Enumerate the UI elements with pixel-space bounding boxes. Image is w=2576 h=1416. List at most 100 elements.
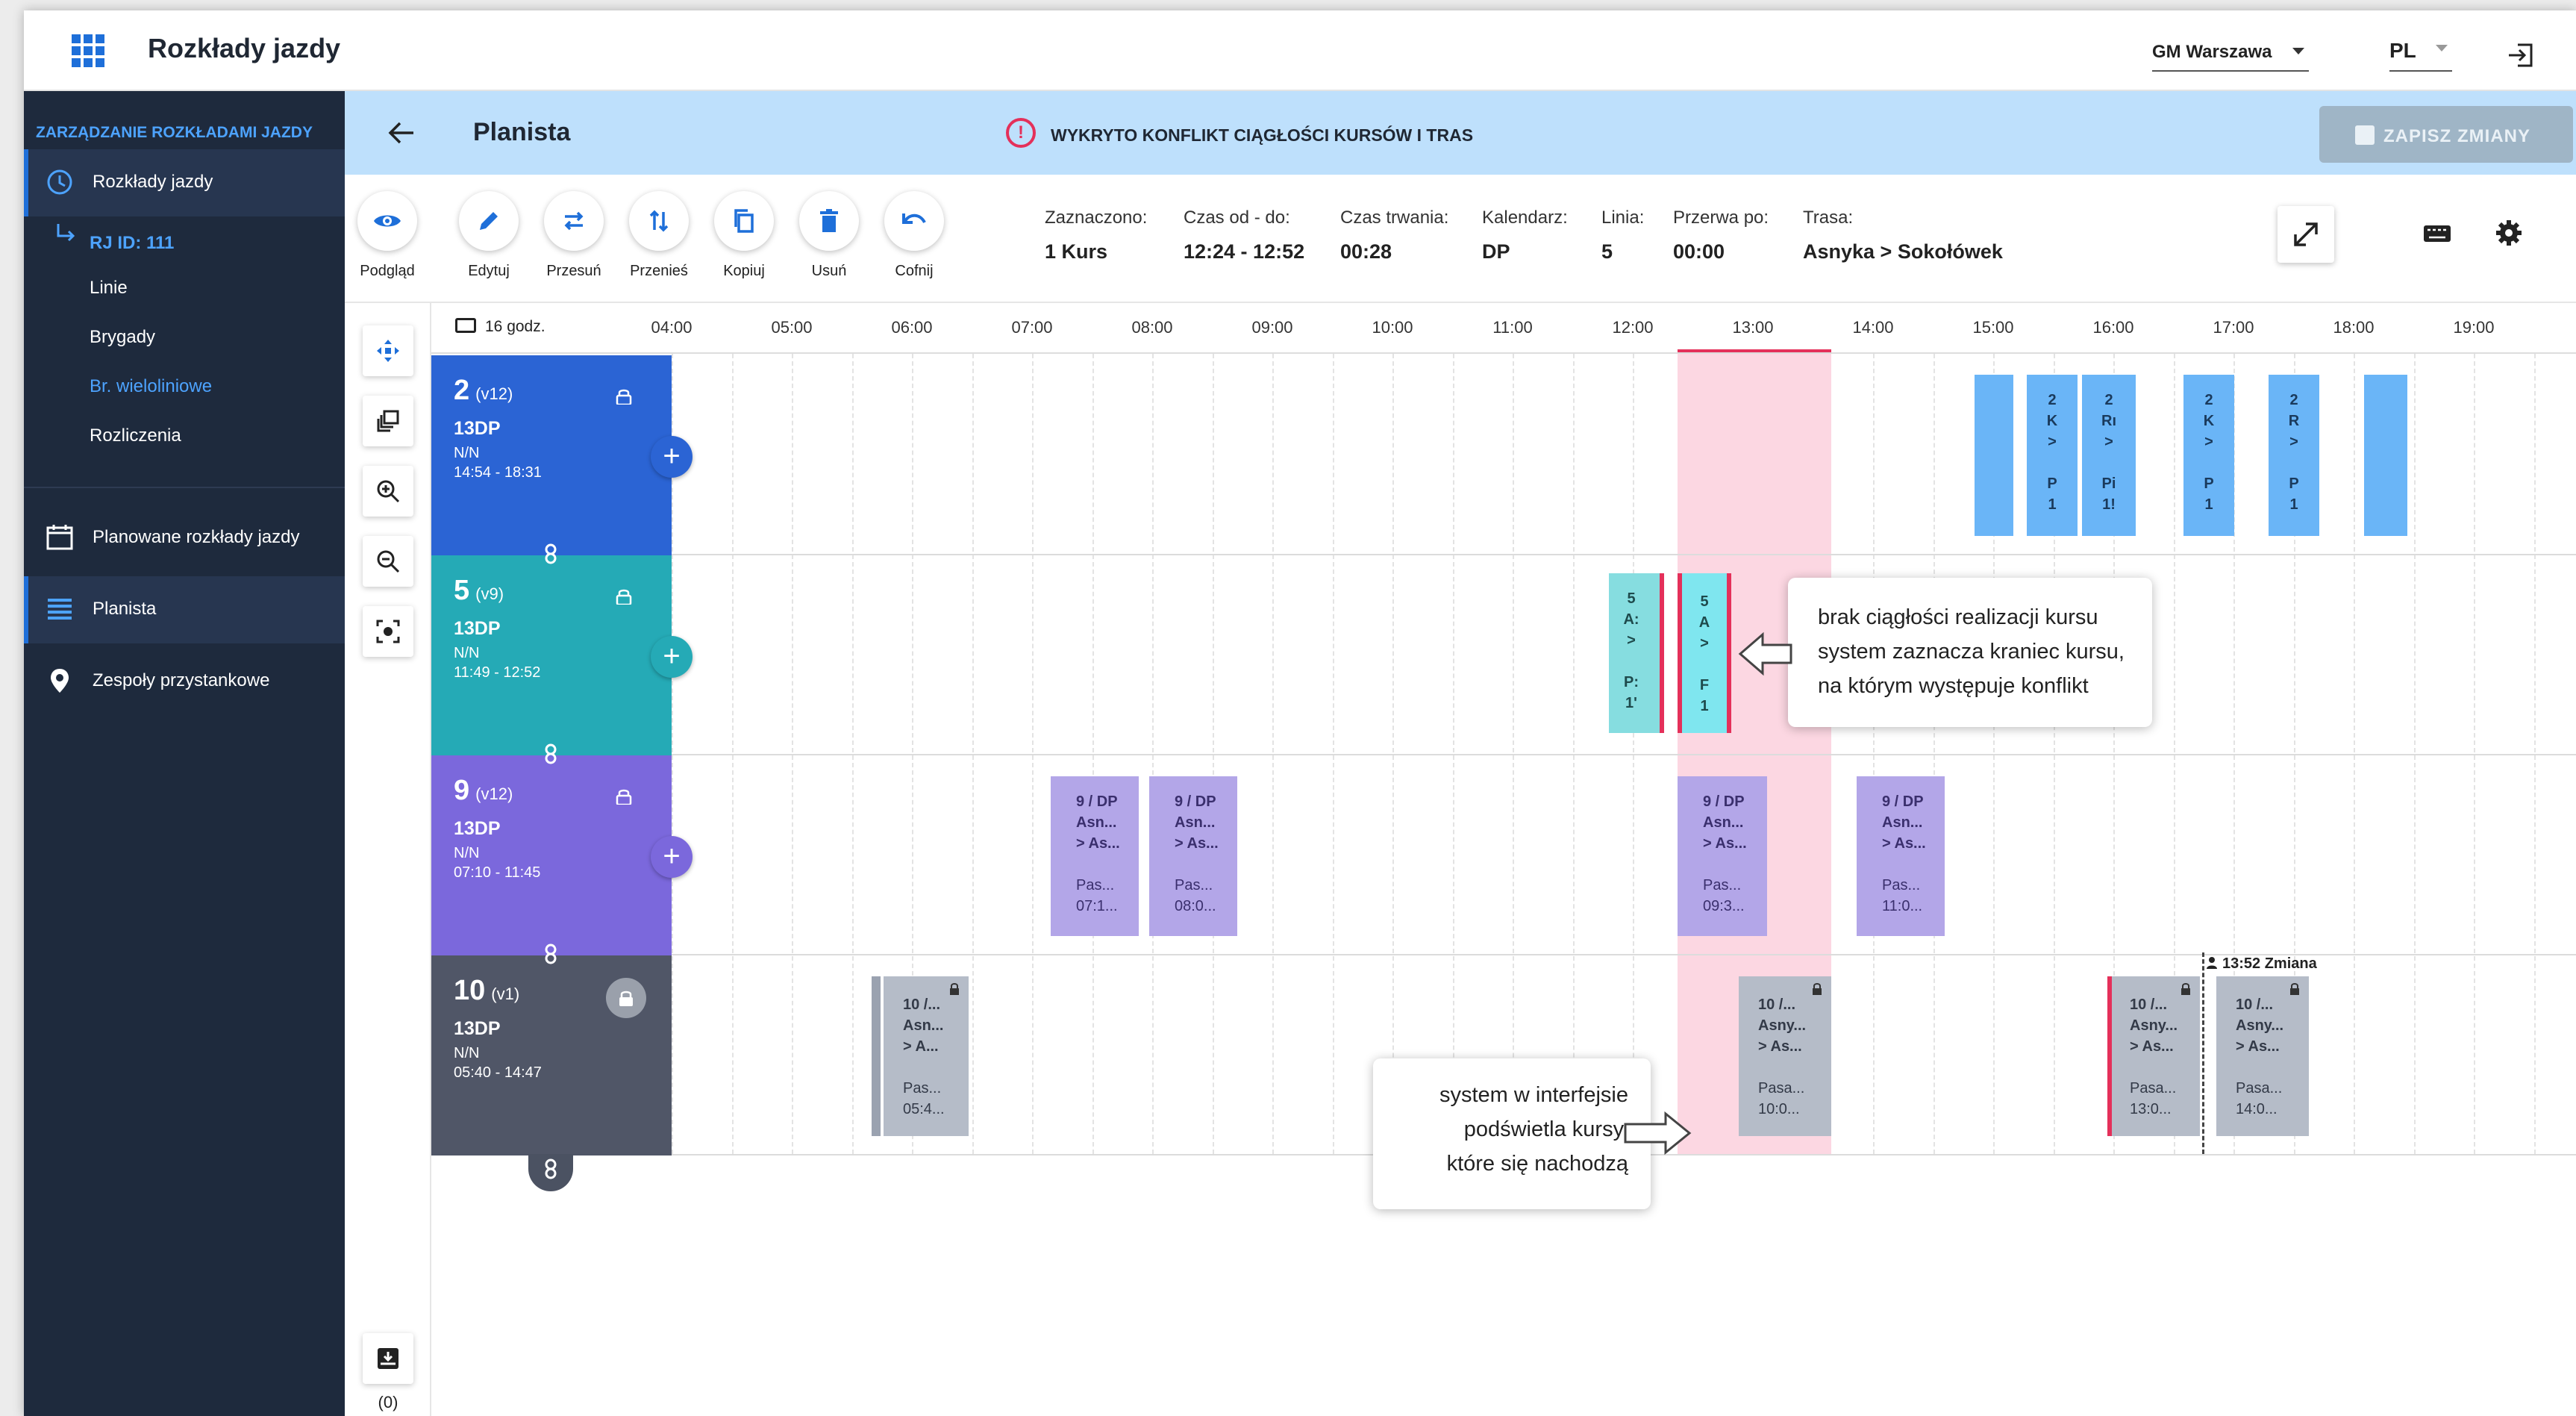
tray-icon	[378, 1348, 398, 1369]
undo-button[interactable]: Cofnij	[881, 191, 948, 296]
vehicle-block[interactable]: 5 (v9) 13DP N/N 11:49 - 12:52	[431, 555, 672, 755]
zoom-in-button[interactable]	[363, 466, 413, 517]
layers-button[interactable]	[363, 396, 413, 446]
page-header: Planista ! WYKRYTO KONFLIKT CIĄGŁOŚCI KU…	[345, 91, 2576, 175]
trip-text: > As...	[1882, 835, 1926, 852]
trip-text: 10 /...	[1758, 996, 1796, 1013]
sidebar-subitem-linie[interactable]: Linie	[90, 278, 128, 299]
trip-block[interactable]	[2364, 375, 2407, 536]
trip-text: A:	[1623, 611, 1639, 628]
trip-block[interactable]: 2 K > P 1	[2027, 375, 2078, 536]
trip-text: Rı	[2101, 413, 2116, 429]
selection-bucket-button[interactable]	[363, 1333, 413, 1384]
time-tick-label: 05:00	[771, 318, 813, 337]
sidebar-item-planowane[interactable]: Planowane rozkłady jazdy	[24, 505, 345, 572]
info-selected: Zaznaczono: 1 Kurs	[1045, 208, 1147, 263]
logout-icon[interactable]	[2506, 40, 2536, 70]
zoom-out-button[interactable]	[363, 536, 413, 587]
trip-block[interactable]: 2 R > P 1	[2269, 375, 2319, 536]
trip-block[interactable]: 9 / DP Asn... > As... Pas... 07:1...	[1051, 776, 1139, 936]
add-trip-button[interactable]: +	[651, 836, 693, 878]
link-icon[interactable]	[543, 543, 558, 564]
trip-block[interactable]: 9 / DP Asn... > As... Pas... 11:0...	[1857, 776, 1945, 936]
trip-text: 9 / DP	[1703, 793, 1745, 810]
lock-icon[interactable]	[615, 588, 633, 605]
link-icon[interactable]	[543, 944, 558, 964]
apps-grid-icon[interactable]	[72, 34, 104, 67]
sidebar-item-planista[interactable]: Planista	[24, 576, 345, 643]
info-calendar: Kalendarz: DP	[1482, 208, 1568, 263]
trip-text: Pi	[2101, 475, 2116, 492]
trip-block[interactable]: 10 /... Asny... > As... Pasa... 10:0...	[1739, 976, 1831, 1136]
hours-icon	[455, 318, 476, 333]
trip-text: K	[2046, 413, 2058, 429]
sidebar-item-zespoly[interactable]: Zespoły przystankowe	[24, 648, 345, 715]
shift-button[interactable]: Przesuń	[540, 191, 607, 296]
expand-button[interactable]	[2278, 206, 2334, 263]
lock-icon[interactable]	[615, 388, 633, 405]
vehicle-block[interactable]: 9 (v12) 13DP N/N 07:10 - 11:45	[431, 755, 672, 955]
trip-text: 1!	[2102, 496, 2116, 513]
trip-block[interactable]	[1975, 375, 2013, 536]
chevron-down-icon	[2292, 48, 2304, 54]
time-axis: 16 godz. 04:00 05:00 06:00 07:00 08:00 09:00 1…	[431, 303, 2576, 354]
trip-block-selected[interactable]: 5 A > F 1	[1678, 573, 1731, 733]
sidebar-item-rozklady-jazdy[interactable]: Rozkłady jazdy	[24, 149, 345, 216]
trip-text: >	[2289, 434, 2298, 450]
pan-button[interactable]	[363, 325, 413, 376]
trip-block[interactable]: 10 /... Asn... > A... Pas... 05:4...	[884, 976, 969, 1136]
vehicle-block[interactable]: 10 (v1) 13DP N/N 05:40 - 14:47	[431, 955, 672, 1155]
trip-block[interactable]: 9 / DP Asn... > As... Pas... 08:0...	[1149, 776, 1237, 936]
back-arrow-icon[interactable]	[387, 119, 416, 146]
trip-text: > A...	[903, 1038, 939, 1055]
language-select[interactable]: PL	[2389, 39, 2452, 72]
trip-block[interactable]: 2 Rı > Pi 1!	[2082, 375, 2136, 536]
callout-line: system w interfejsie	[1439, 1083, 1628, 1107]
timetable-id[interactable]: RJ ID: 111	[90, 233, 174, 254]
copy-button[interactable]: Kopiuj	[710, 191, 778, 296]
trip-text: R	[2288, 413, 2300, 429]
sidebar-divider	[24, 487, 345, 488]
sidebar-subitem-rozliczenia[interactable]: Rozliczenia	[90, 425, 181, 446]
preview-button[interactable]: Podgląd	[354, 191, 421, 296]
delete-button[interactable]: Usuń	[795, 191, 863, 296]
trip-block[interactable]: 9 / DP Asn... > As... Pas... 09:3...	[1678, 776, 1767, 936]
button-label: Podgląd	[360, 263, 415, 279]
trip-text: 11:0...	[1882, 898, 1923, 914]
trip-text: 1	[1700, 698, 1709, 714]
link-button[interactable]	[528, 1154, 573, 1191]
trip-block[interactable]: 2 K > P 1	[2183, 375, 2234, 536]
row-divider	[431, 754, 2576, 755]
keyboard-icon[interactable]	[2422, 222, 2452, 245]
trip-block-conflict[interactable]: 5 A: > P: 1'	[1609, 573, 1664, 733]
organization-select[interactable]: GM Warszawa	[2152, 42, 2309, 72]
trip-text: P	[2047, 475, 2057, 492]
trip-text: P:	[1624, 674, 1639, 690]
vehicle-block[interactable]: 2 (v12) 13DP N/N 14:54 - 18:31	[431, 355, 672, 555]
edit-button[interactable]: Edytuj	[455, 191, 522, 296]
organization-value: GM Warszawa	[2152, 42, 2272, 62]
fit-screen-button[interactable]	[363, 606, 413, 657]
trip-text: 5	[1700, 593, 1709, 610]
trip-block[interactable]: 10 /... Asny... > As... Pasa... 14:0...	[2216, 976, 2309, 1136]
swap-horizontal-icon	[564, 211, 584, 231]
gear-icon[interactable]	[2494, 218, 2524, 248]
time-tick-label: 04:00	[651, 318, 693, 337]
trip-text: Asny...	[2130, 1017, 2178, 1034]
trip-block-conflict[interactable]: 10 /... Asny... > As... Pasa... 13:0...	[2107, 976, 2200, 1136]
sidebar-item-label: Zespoły przystankowe	[93, 670, 270, 690]
save-changes-button[interactable]: ZAPISZ ZMIANY	[2319, 106, 2573, 163]
sidebar-item-label: Planista	[93, 599, 157, 619]
trip-text: 2	[2289, 392, 2298, 408]
callout-line: podświetla kursy,	[1463, 1117, 1628, 1141]
lock-icon[interactable]	[615, 788, 633, 805]
link-icon[interactable]	[543, 743, 558, 764]
add-trip-button[interactable]: +	[651, 636, 693, 678]
sidebar-subitem-br-wieloliniowe[interactable]: Br. wieloliniowe	[90, 376, 212, 397]
trip-text: P	[2204, 475, 2214, 492]
trip-text: 13:0...	[2130, 1101, 2172, 1117]
lock-icon	[2181, 983, 2190, 995]
sidebar-subitem-brygady[interactable]: Brygady	[90, 327, 155, 348]
add-trip-button[interactable]: +	[651, 436, 693, 478]
move-button[interactable]: Przenieś	[625, 191, 693, 296]
